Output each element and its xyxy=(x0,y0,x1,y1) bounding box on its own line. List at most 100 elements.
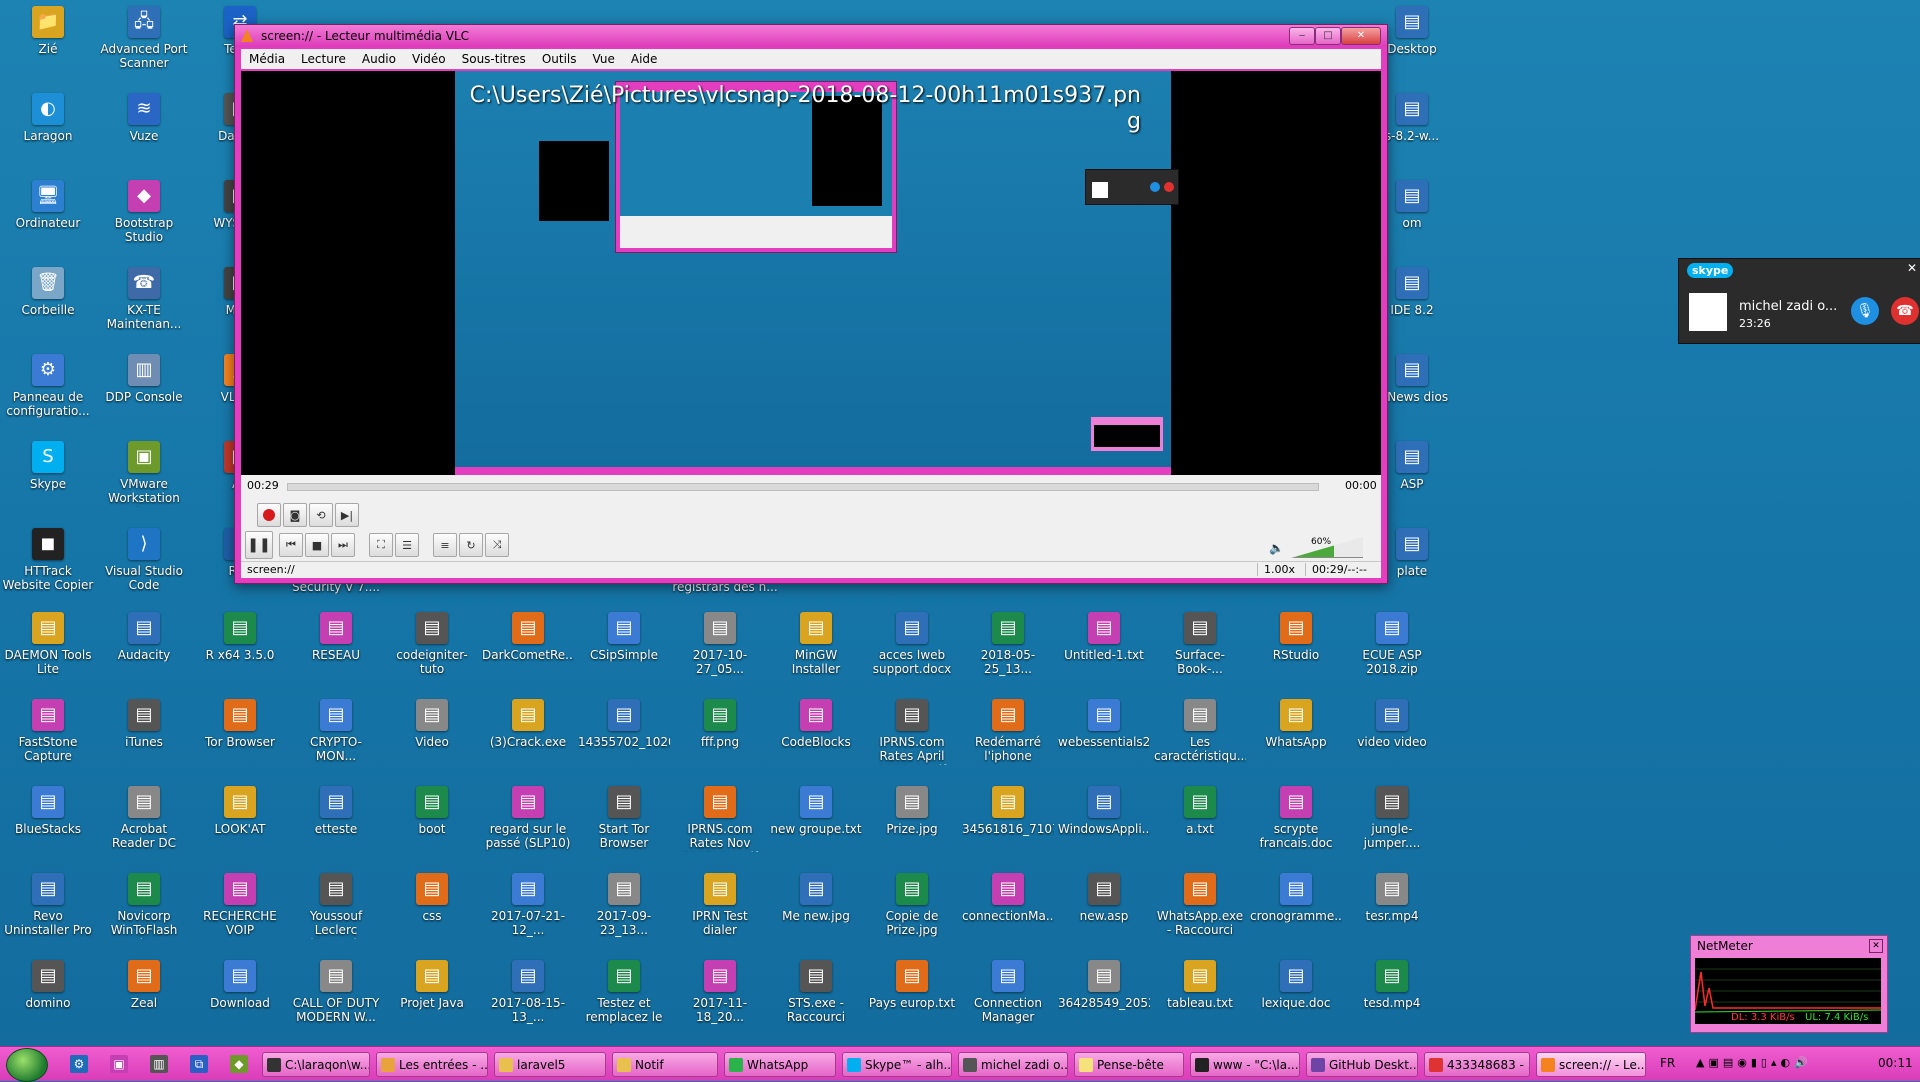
desktop-icon[interactable]: ▤ regard sur le passé (SLP10) - ... xyxy=(482,786,574,868)
taskbar-button[interactable]: 433348683 - ... xyxy=(1424,1052,1530,1077)
desktop-icon[interactable]: ▤ RESEAU xyxy=(290,612,382,694)
seek-bar[interactable] xyxy=(287,483,1319,491)
desktop-icon[interactable]: ▤ Untitled-1.txt xyxy=(1058,612,1150,694)
menu-lecture[interactable]: Lecture xyxy=(293,49,354,69)
desktop-icon[interactable]: ▤ CALL OF DUTY MODERN W... xyxy=(290,960,382,1042)
frame-step-button[interactable]: ▶| xyxy=(335,503,359,527)
desktop-icon[interactable]: 🖥 Ordinateur xyxy=(2,180,94,262)
desktop-icon[interactable]: ▤ Pays europ.txt xyxy=(866,960,958,1042)
taskbar-button[interactable]: Pense-bête xyxy=(1074,1052,1184,1077)
desktop-icon[interactable]: ▤ 2017-08-15-13_... xyxy=(482,960,574,1042)
desktop-icon[interactable]: ▤ Acrobat Reader DC xyxy=(98,786,190,868)
desktop-icon[interactable]: ▤ 2017-07-21-12_... xyxy=(482,873,574,955)
desktop-icon[interactable]: ≋ Vuze xyxy=(98,93,190,175)
taskbar-button[interactable]: screen:// - Le... xyxy=(1536,1052,1646,1077)
desktop-icon[interactable]: ☎ KX-TE Maintenan... xyxy=(98,267,190,349)
record-button[interactable] xyxy=(257,503,281,527)
quicklaunch-icon-4[interactable]: ⧉ xyxy=(190,1055,208,1073)
menu-audio[interactable]: Audio xyxy=(354,49,404,69)
previous-button[interactable]: ⏮ xyxy=(279,533,303,557)
desktop-icon[interactable]: ▤ Me new.jpg xyxy=(770,873,862,955)
desktop-icon[interactable]: ▤ IPRNS.com Rates Nov 2017v1a.pdf xyxy=(674,786,766,868)
desktop-icon[interactable]: ◆ Bootstrap Studio xyxy=(98,180,190,262)
desktop-icon[interactable]: ▤ WindowsAppli... xyxy=(1058,786,1150,868)
minimize-button[interactable]: ‒ xyxy=(1289,27,1315,45)
desktop-icon[interactable]: 📁 Zié xyxy=(2,6,94,88)
desktop-icon[interactable]: ▤ iTunes xyxy=(98,699,190,781)
desktop-icon[interactable]: ▤ Revo Uninstaller Pro xyxy=(2,873,94,955)
status-time[interactable]: 00:29/--:-- xyxy=(1305,563,1367,576)
desktop-icon[interactable]: ▤ DarkCometRe... xyxy=(482,612,574,694)
pause-button[interactable]: ❚❚ xyxy=(245,531,273,559)
shuffle-button[interactable]: ⤨ xyxy=(485,533,509,557)
desktop-icon[interactable]: ▥ DDP Console xyxy=(98,354,190,436)
desktop-icon[interactable]: ▤ CRYPTO-MON... xyxy=(290,699,382,781)
desktop-icon[interactable]: ▤ RECHERCHE VOIP xyxy=(194,873,286,955)
speaker-icon[interactable]: 🔈 xyxy=(1269,541,1284,555)
taskbar-button[interactable]: www - "C:\la... xyxy=(1190,1052,1300,1077)
desktop-icon[interactable]: ▤ a.txt xyxy=(1154,786,1246,868)
desktop-icon[interactable]: ▤ ECUE ASP 2018.zip xyxy=(1346,612,1438,694)
desktop-icon[interactable]: ▤ Surface-Book-... xyxy=(1154,612,1246,694)
desktop-icon[interactable]: ▤ jungle-jumper.... xyxy=(1346,786,1438,868)
playlist-button[interactable]: ≡ xyxy=(433,533,457,557)
desktop-icon[interactable]: ▤ Testez et remplacez le c... xyxy=(578,960,670,1042)
quicklaunch-icon-5[interactable]: ◆ xyxy=(230,1055,248,1073)
desktop-icon[interactable]: ▤ Zeal xyxy=(98,960,190,1042)
desktop-icon[interactable]: ▤ css xyxy=(386,873,478,955)
loop-button[interactable]: ↻ xyxy=(459,533,483,557)
menu-tools[interactable]: Outils xyxy=(534,49,585,69)
desktop-icon[interactable]: ⟩ Visual Studio Code xyxy=(98,528,190,610)
quicklaunch-icon-3[interactable]: ▥ xyxy=(150,1055,168,1073)
desktop-icon[interactable]: ▤ CSipSimple xyxy=(578,612,670,694)
desktop-icon[interactable]: ▤ Prize.jpg xyxy=(866,786,958,868)
desktop-icon[interactable]: ▤ (3)Crack.exe xyxy=(482,699,574,781)
next-button[interactable]: ⏭ xyxy=(331,533,355,557)
desktop-icon[interactable]: ▤ Tor Browser xyxy=(194,699,286,781)
desktop-icon[interactable]: ▤ tesd.mp4 xyxy=(1346,960,1438,1042)
taskbar-button[interactable]: Les entrées - ... xyxy=(376,1052,488,1077)
menu-media[interactable]: Média xyxy=(241,49,293,69)
desktop-icon[interactable]: ▤ 2017-11-18_20... xyxy=(674,960,766,1042)
snapshot-button[interactable]: ◙ xyxy=(283,503,307,527)
menu-view[interactable]: Vue xyxy=(585,49,623,69)
skype-call-popup[interactable]: skype ✕ michel zadi o... 23:26 🎙 ☎ xyxy=(1678,258,1920,344)
netmeter-close-icon[interactable]: ✕ xyxy=(1869,939,1883,953)
taskbar-button[interactable]: Notif xyxy=(612,1052,718,1077)
desktop-icon[interactable]: ▤ scrypte francais.doc xyxy=(1250,786,1342,868)
desktop-icon[interactable]: ▤ Start Tor Browser xyxy=(578,786,670,868)
desktop-icon[interactable]: ▤ LOOK'AT xyxy=(194,786,286,868)
skype-popup-close[interactable]: ✕ xyxy=(1907,261,1917,275)
desktop-icon[interactable]: ▤ tableau.txt xyxy=(1154,960,1246,1042)
menu-subtitles[interactable]: Sous-titres xyxy=(454,49,534,69)
total-time[interactable]: 00:00 xyxy=(1345,479,1377,492)
desktop-icon[interactable]: ▤ DAEMON Tools Lite xyxy=(2,612,94,694)
desktop-icon[interactable]: ◼ HTTrack Website Copier xyxy=(2,528,94,610)
desktop-icon[interactable]: ▤ BlueStacks xyxy=(2,786,94,868)
desktop-icon[interactable]: ⚙ Panneau de configuratio... xyxy=(2,354,94,436)
menu-video[interactable]: Vidéo xyxy=(404,49,454,69)
desktop-icon[interactable]: ▤ 2017-10-27_05... xyxy=(674,612,766,694)
taskbar-button[interactable]: laravel5 xyxy=(494,1052,606,1077)
desktop-icon[interactable]: ▤ Youssouf Leclerc (Français seule... xyxy=(290,873,382,955)
desktop-icon[interactable]: 🖧 Advanced Port Scanner xyxy=(98,6,190,88)
desktop-icon[interactable]: ▤ domino xyxy=(2,960,94,1042)
desktop-icon[interactable]: ▤ lexique.doc xyxy=(1250,960,1342,1042)
start-button[interactable] xyxy=(6,1048,48,1082)
desktop-icon[interactable]: ▤ etteste xyxy=(290,786,382,868)
taskbar-button[interactable]: WhatsApp xyxy=(724,1052,836,1077)
desktop-icon[interactable]: ▤ Projet Java xyxy=(386,960,478,1042)
desktop-icon[interactable]: ▤ WhatsApp xyxy=(1250,699,1342,781)
quicklaunch-icon-2[interactable]: ▣ xyxy=(110,1055,128,1073)
extended-settings-button[interactable]: ☰ xyxy=(395,533,419,557)
desktop-icon[interactable]: ▤ Video xyxy=(386,699,478,781)
desktop-icon[interactable]: ▤ video video xyxy=(1346,699,1438,781)
taskbar-button[interactable]: michel zadi o... xyxy=(958,1052,1068,1077)
desktop-icon[interactable]: ▤ FastStone Capture xyxy=(2,699,94,781)
desktop-icon[interactable]: ▤ 36428549_2052... xyxy=(1058,960,1150,1042)
hang-up-button[interactable]: ☎ xyxy=(1891,297,1919,325)
desktop-icon[interactable]: ▤ cronogramme... xyxy=(1250,873,1342,955)
desktop-icon[interactable]: ▤ RStudio xyxy=(1250,612,1342,694)
loop-ab-button[interactable]: ⟲ xyxy=(309,503,333,527)
desktop-icon[interactable]: ▤ codeigniter-tuto xyxy=(386,612,478,694)
